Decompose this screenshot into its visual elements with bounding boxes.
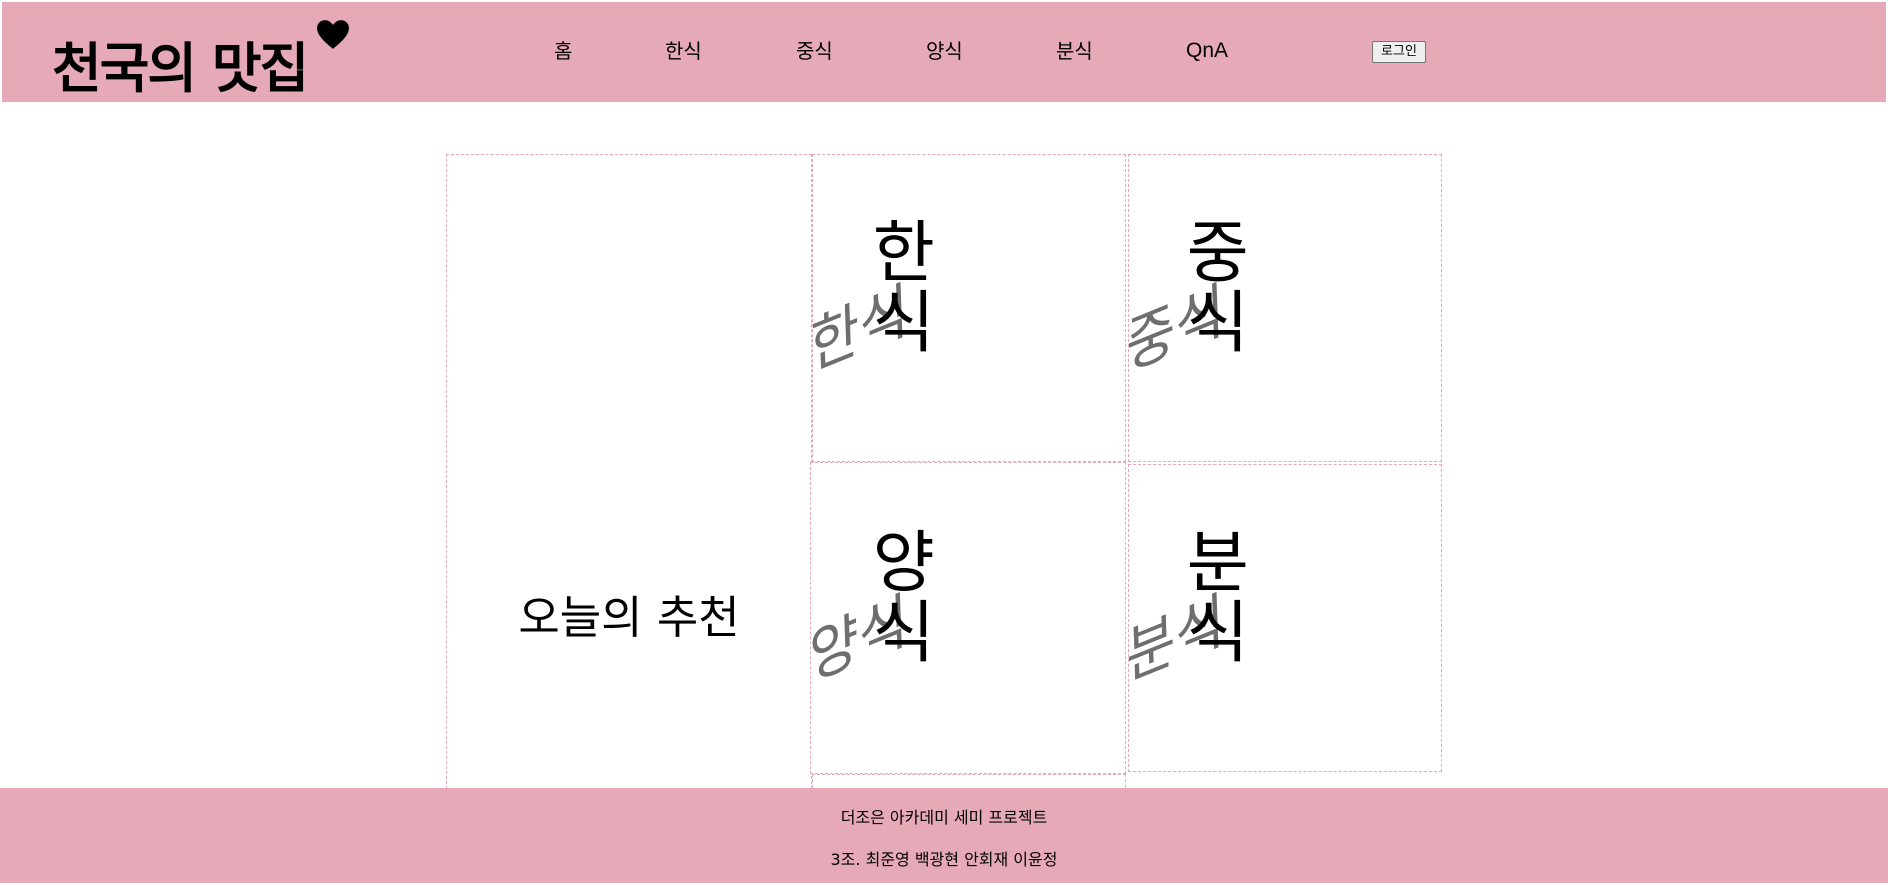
card-chinese-line1: 중 (1187, 213, 1249, 292)
footer-project: 더조은 아카데미 세미 프로젝트 (840, 808, 1048, 827)
recommend-panel: 오늘의 추천 (446, 154, 812, 794)
card-korean-line2: 식 (873, 283, 935, 362)
recommend-label: 오늘의 추천 (518, 591, 740, 644)
page: 천국의 맛집 홈 한식 중식 양식 분식 QnA 로그인 오늘의 추천 한식 한… (0, 0, 1888, 883)
card-western-line2: 식 (873, 593, 935, 672)
heart-icon (317, 20, 349, 49)
login-button[interactable]: 로그인 (1372, 41, 1426, 63)
card-western[interactable]: 양식 양 식 (810, 462, 1126, 774)
card-korean[interactable]: 한식 한 식 (812, 154, 1126, 462)
footer-team: 3조. 최준영 백광현 안회재 이윤정 (830, 850, 1058, 869)
card-korean-art: 한식 한 식 (813, 213, 935, 385)
card-korean-line1: 한 (873, 213, 935, 292)
nav-korean[interactable]: 한식 (665, 36, 702, 66)
nav-qna[interactable]: QnA (1186, 36, 1228, 66)
card-snack[interactable]: 분식 분 식 (1128, 464, 1442, 772)
card-snack-line2: 식 (1187, 593, 1249, 672)
card-snack-art: 분식 분 식 (1129, 523, 1249, 695)
nav-western[interactable]: 양식 (926, 36, 963, 66)
nav-chinese[interactable]: 중식 (796, 36, 833, 66)
card-snack-line1: 분 (1187, 523, 1249, 602)
card-western-line1: 양 (873, 523, 935, 602)
nav-home[interactable]: 홈 (554, 36, 572, 66)
card-chinese-art: 중식 중 식 (1129, 213, 1249, 385)
card-western-art: 양식 양 식 (811, 523, 935, 695)
card-chinese-line2: 식 (1187, 283, 1249, 362)
header: 천국의 맛집 홈 한식 중식 양식 분식 QnA 로그인 (2, 2, 1886, 102)
footer: 더조은 아카데미 세미 프로젝트 3조. 최준영 백광현 안회재 이윤정 (0, 788, 1888, 883)
card-chinese[interactable]: 중식 중 식 (1128, 154, 1442, 462)
site-logo[interactable]: 천국의 맛집 (52, 36, 309, 102)
nav-snack[interactable]: 분식 (1056, 36, 1093, 66)
